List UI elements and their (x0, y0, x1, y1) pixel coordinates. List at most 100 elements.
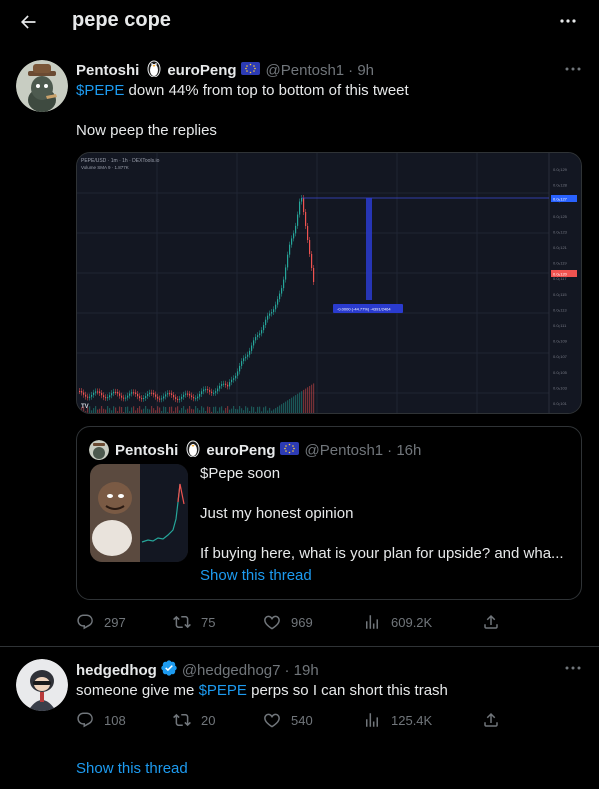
chart-y-tick: 0.0₀128 (553, 183, 568, 188)
tweet2-text: someone give me $PEPE perps so I can sho… (76, 681, 448, 701)
tweet2-more-button[interactable] (562, 660, 584, 676)
candle-body (181, 396, 183, 399)
views-button[interactable]: 125.4K (363, 711, 432, 729)
candle-body (177, 399, 179, 401)
candle-body (273, 309, 275, 313)
chart-y-tick: 0.0₀101 (553, 401, 568, 406)
candle-body (89, 396, 91, 398)
tweet2-time[interactable]: · 19h (284, 662, 318, 679)
volume-bar (151, 406, 153, 413)
tweet2-text-after: perps so I can short this trash (246, 682, 448, 699)
volume-bar (189, 406, 191, 413)
volume-bar (145, 406, 147, 413)
candle-body (247, 354, 249, 357)
retweet-button[interactable]: 75 (173, 613, 215, 631)
candle-body (159, 398, 161, 400)
views-bar-icon (366, 615, 378, 629)
volume-bar (159, 407, 161, 413)
eu-flag-icon (240, 61, 260, 79)
reply-button[interactable]: 108 (76, 711, 126, 729)
quote-show-thread-link[interactable]: Show this thread (200, 567, 312, 584)
avatar-hedgedhog[interactable] (16, 659, 68, 711)
volume-bar (255, 411, 257, 413)
reply-button[interactable]: 297 (76, 613, 126, 631)
tweet1-handle[interactable]: @Pentosh1 (266, 62, 345, 79)
chart-y-tick: 0.0₀115 (553, 292, 567, 297)
back-button[interactable] (14, 8, 42, 36)
volume-bar (213, 406, 215, 413)
retweet-button[interactable]: 20 (173, 711, 215, 729)
candle-body (227, 384, 229, 387)
candle-body (199, 394, 201, 397)
volume-bar (95, 406, 97, 413)
volume-bar (211, 411, 213, 413)
avatar-pentoshi[interactable] (16, 60, 68, 112)
chart-watermark: TV (81, 404, 89, 410)
volume-bar (153, 408, 155, 413)
tweet2-display-name[interactable]: hedgedhog (76, 662, 157, 679)
tweet2-handle[interactable]: @hedgedhog7 (182, 662, 281, 679)
share-icon (484, 712, 498, 727)
candle-body (81, 391, 83, 393)
volume-bar (191, 408, 193, 413)
chart-y-tick: 0.0₀105 (553, 370, 568, 375)
candle-body (187, 393, 189, 395)
share-button[interactable] (482, 711, 500, 729)
reply-bubble-icon (77, 712, 93, 728)
volume-bar (301, 391, 303, 413)
verified-badge-icon (160, 659, 178, 681)
tweet1-display-name[interactable]: Pentoshi (76, 62, 139, 79)
volume-bar (249, 410, 251, 413)
volume-bar (111, 410, 113, 413)
candle-body (79, 391, 81, 392)
volume-bar (141, 409, 143, 413)
volume-bar (103, 408, 105, 413)
volume-bar (203, 407, 205, 413)
volume-bar (261, 411, 263, 413)
cashtag-link[interactable]: $PEPE (76, 82, 124, 99)
like-button[interactable]: 969 (263, 613, 313, 631)
share-button[interactable] (482, 613, 500, 631)
volume-bar (179, 410, 181, 413)
penguin-emoji-icon (147, 60, 161, 81)
candle-body (297, 214, 299, 226)
tweet1-more-button[interactable] (562, 61, 584, 77)
tweet1-time[interactable]: · 9h (348, 62, 374, 79)
candle-body (277, 299, 279, 305)
candle-body (271, 312, 273, 314)
tweet1-actions: 297 75 969 609.2K (76, 613, 506, 637)
candle-body (213, 392, 215, 394)
tweet1-chart-image[interactable]: PEPE/USD · 1m · 1h · DEXTools.io Volume … (76, 152, 582, 414)
arrow-left-icon (21, 15, 36, 29)
volume-bar (219, 407, 221, 413)
share-icon (484, 614, 498, 629)
quote-media-thumbnail[interactable] (90, 464, 188, 562)
candle-body (267, 315, 269, 320)
candle-body (121, 395, 123, 398)
candle-body (91, 394, 93, 397)
quoted-tweet[interactable]: Pentoshi euroPeng @Pentosh1 · 16h $Pepe … (76, 426, 582, 600)
candle-body (165, 394, 167, 397)
volume-bar (313, 383, 315, 413)
views-button[interactable]: 609.2K (363, 613, 432, 631)
like-button[interactable]: 540 (263, 711, 313, 729)
candle-body (231, 379, 233, 383)
candle-body (287, 254, 289, 268)
candle-body (123, 397, 125, 399)
volume-bar (173, 411, 175, 413)
cashtag-link[interactable]: $PEPE (199, 682, 247, 699)
candle-body (197, 396, 199, 399)
header-more-button[interactable] (556, 11, 580, 31)
candle-body (311, 254, 313, 268)
candle-body (295, 225, 297, 234)
candle-body (179, 398, 181, 400)
candle-body (289, 244, 291, 255)
chart-price-current: 0.0₀120 (553, 272, 568, 277)
volume-bar (85, 411, 87, 413)
volume-bar (163, 406, 165, 413)
candle-body (257, 335, 259, 337)
tweet2-show-thread-link[interactable]: Show this thread (76, 760, 188, 777)
volume-bar (133, 406, 135, 413)
tweet1-display-name-suffix[interactable]: euroPeng (167, 62, 236, 79)
views-bar-icon (366, 713, 378, 727)
